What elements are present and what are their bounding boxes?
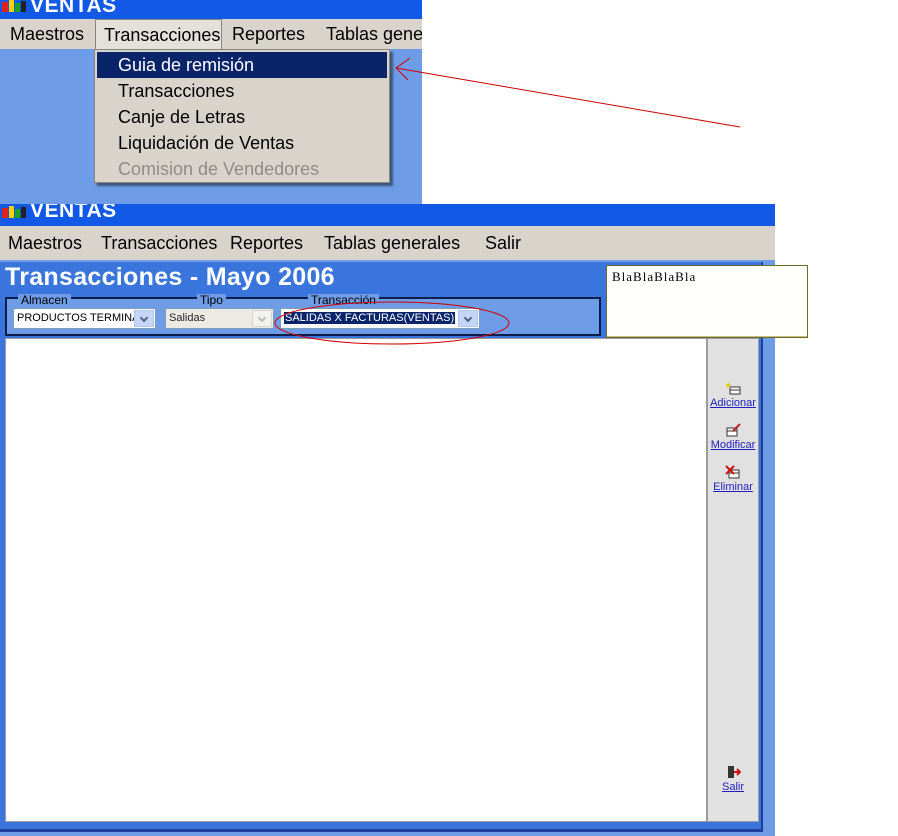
edit-button-label: Modificar — [710, 439, 756, 451]
menu-item-transacciones[interactable]: Transacciones — [97, 78, 387, 104]
add-button-label: Adicionar — [710, 397, 756, 409]
menu-item-comision-de-vendedores: Comision de Vendedores — [118, 159, 320, 179]
transacciones-dropdown-menu: Guia de remisión Transacciones Canje de … — [94, 49, 390, 183]
app-logo-icon — [2, 206, 26, 218]
menu-salir[interactable]: Salir — [477, 226, 529, 260]
almacen-value: PRODUCTOS TERMINA — [17, 312, 140, 324]
menu-bar: Maestros Transacciones Reportes Tablas g… — [0, 226, 775, 260]
form-title: Transacciones - Mayo 2006 — [5, 263, 335, 291]
transactions-grid-area — [5, 338, 707, 822]
chevron-down-icon[interactable] — [134, 310, 154, 327]
exit-button-label: Salir — [721, 781, 744, 793]
menu-transacciones[interactable]: Transacciones — [95, 19, 222, 49]
transaccion-value: SALIDAS X FACTURAS(VENTAS) — [284, 312, 456, 324]
exit-button[interactable]: Salir — [708, 765, 758, 793]
exit-door-icon — [728, 766, 741, 778]
add-record-icon — [725, 381, 741, 395]
transaccion-label: Transacción — [308, 294, 379, 306]
menu-maestros[interactable]: Maestros — [2, 19, 92, 49]
app-logo-icon — [2, 0, 26, 12]
chevron-down-icon[interactable] — [458, 310, 478, 327]
top-screenshot-crop: VENTAS Maestros Transacciones Reportes T… — [0, 0, 422, 204]
app-title: VENTAS — [30, 204, 117, 222]
chevron-down-icon — [252, 310, 272, 327]
add-button[interactable]: Adicionar — [708, 381, 758, 409]
app-title: VENTAS — [30, 0, 117, 17]
menu-item-liquidacion-de-ventas[interactable]: Liquidación de Ventas — [97, 130, 387, 156]
delete-record-icon — [725, 465, 740, 479]
menu-bar: Maestros Transacciones Reportes Tablas g… — [0, 19, 422, 49]
delete-button[interactable]: Eliminar — [708, 465, 758, 493]
menu-tablas-generales[interactable]: Tablas generales — [316, 226, 468, 260]
title-bar: VENTAS — [0, 0, 422, 19]
delete-button-label: Eliminar — [713, 481, 753, 493]
edit-button[interactable]: Modificar — [708, 423, 758, 451]
edit-record-icon — [726, 423, 741, 437]
title-bar: VENTAS — [0, 204, 775, 226]
transaccion-select[interactable]: SALIDAS X FACTURAS(VENTAS) — [280, 308, 480, 329]
menu-maestros[interactable]: Maestros — [0, 226, 90, 260]
tipo-select: Salidas — [165, 308, 274, 329]
menu-reportes[interactable]: Reportes — [222, 226, 311, 260]
tipo-value: Salidas — [169, 312, 206, 324]
annotation-note: BlaBlaBlaBla — [606, 265, 808, 338]
tipo-label: Tipo — [197, 294, 226, 306]
menu-item-canje-de-letras[interactable]: Canje de Letras — [97, 104, 387, 130]
menu-item-guia-de-remision[interactable]: Guia de remisión — [97, 52, 387, 78]
menu-transacciones[interactable]: Transacciones — [93, 226, 225, 260]
almacen-label: Almacen — [18, 294, 71, 306]
menu-reportes[interactable]: Reportes — [224, 19, 313, 49]
annotation-arrow-line — [395, 67, 741, 128]
side-toolbar: Adicionar Modificar Eliminar Salir — [707, 338, 759, 822]
menu-tablas-generales[interactable]: Tablas gene — [318, 19, 422, 49]
almacen-select[interactable]: PRODUCTOS TERMINA — [13, 308, 156, 329]
